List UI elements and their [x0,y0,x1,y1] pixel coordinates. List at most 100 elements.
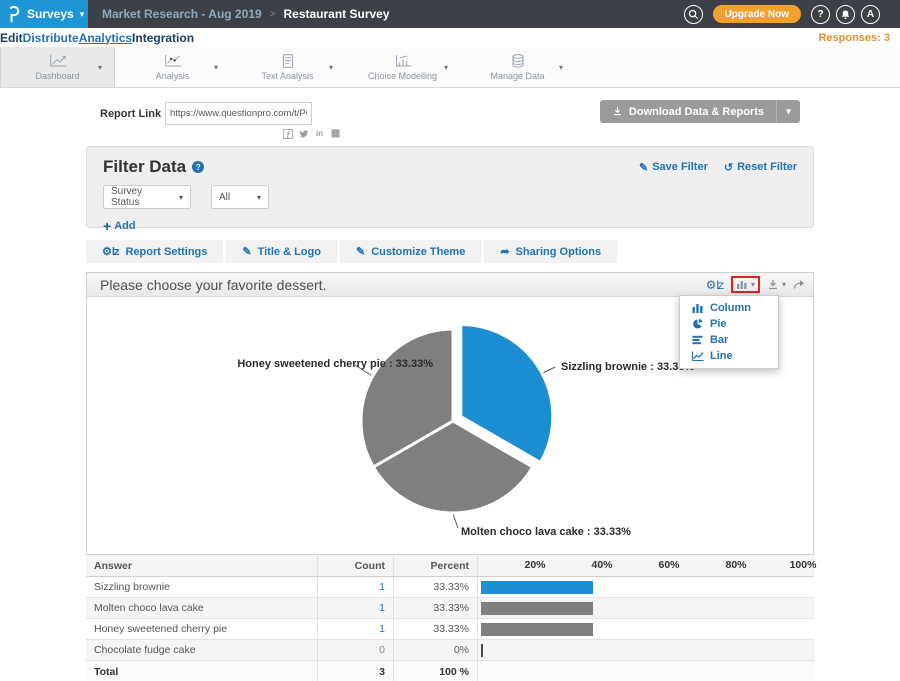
filter-help-icon[interactable]: ? [192,161,204,173]
toolbar-tab-choice-modelling[interactable]: Choice Modelling ▾ [345,47,460,87]
nav-item-integration[interactable]: Integration [132,31,194,45]
chart-download-button[interactable]: ▾ [767,279,786,290]
nav-item-analytics[interactable]: Analytics [79,31,132,45]
chevron-down-icon: ▾ [751,280,755,289]
menu-item-bar[interactable]: Bar [680,332,778,348]
bar-chart-icon [736,279,748,290]
responses-count[interactable]: Responses: 3 [818,32,890,44]
percent-cell: 33.33% [394,577,478,597]
chevron-down-icon[interactable]: ▾ [444,63,448,72]
nav-item-edit[interactable]: Edit [0,31,23,45]
add-filter-label: Add [114,220,135,232]
table-row[interactable]: Honey sweetened cherry pie 1 33.33% [86,619,814,640]
twitter-icon[interactable] [298,128,309,139]
toolbar-tab-manage-data[interactable]: Manage Data ▾ [460,47,575,87]
filter-data-panel: Filter Data ? ✎Save Filter ↺Reset Filter… [86,146,814,228]
breadcrumb-project[interactable]: Market Research - Aug 2019 [102,7,262,21]
nav-item-distribute[interactable]: Distribute [23,31,79,45]
report-link-label: Report Link [100,108,161,120]
edit-icon: ✎ [639,161,648,174]
table-row[interactable]: Sizzling brownie 1 33.33% [86,577,814,598]
count-cell[interactable]: 0 [318,640,394,660]
toolbar-tab-analysis[interactable]: Analysis ▾ [115,47,230,87]
bar-cell [478,598,814,618]
answer-cell: Chocolate fudge cake [86,640,318,660]
scale-tick: 80% [725,559,746,571]
menu-item-label: Bar [710,334,728,346]
bar-cell [478,619,814,639]
report-settings-tabs: ⚙ʫ Report Settings ✎ Title & Logo ✎ Cust… [86,240,617,263]
chart-settings-button[interactable]: ⚙ʫ [706,279,724,291]
percent-cell: 0% [394,640,478,660]
help-button[interactable]: ? [811,5,830,24]
search-button[interactable] [684,5,703,24]
share-arrow-icon: ➦ [500,245,509,258]
header-actions: Upgrade Now ? A [684,5,900,24]
choice-chart-icon [392,53,414,69]
menu-item-label: Column [710,302,751,314]
menu-item-label: Pie [710,318,727,330]
survey-section-nav: Edit Distribute Analytics Integration Re… [0,28,900,47]
chevron-down-icon[interactable]: ▾ [329,63,333,72]
horizontal-bar-chart-icon [692,335,704,345]
header-percent: Percent [394,555,478,576]
results-table: Answer Count Percent 20% 40% 60% 80% 100… [86,554,814,681]
count-cell[interactable]: 1 [318,577,394,597]
header-scale: 20% 40% 60% 80% 100% [478,555,814,576]
upgrade-now-button[interactable]: Upgrade Now [713,5,801,23]
result-bar [481,644,483,657]
download-data-reports-button[interactable]: Download Data & Reports ▾ [600,100,800,123]
tab-sharing-options[interactable]: ➦ Sharing Options [484,240,617,263]
menu-item-pie[interactable]: Pie [680,316,778,332]
status-value: All [219,192,230,203]
edit-icon: ✎ [356,245,365,258]
chevron-down-icon[interactable]: ▾ [98,63,102,72]
breadcrumb-separator: > [270,9,276,20]
save-filter-link[interactable]: ✎Save Filter [639,161,708,174]
tab-report-settings[interactable]: ⚙ʫ Report Settings [86,240,223,263]
total-bar-cell [478,661,814,681]
table-header-row: Answer Count Percent 20% 40% 60% 80% 100… [86,555,814,577]
chart-type-button[interactable]: ▾ [736,279,755,290]
toolbar-tab-label: Choice Modelling [368,71,437,81]
chevron-down-icon: ▾ [80,9,85,20]
breadcrumb-survey: Restaurant Survey [283,7,389,21]
report-link-input[interactable] [165,102,312,125]
toolbar-tab-label: Manage Data [490,71,544,81]
toolbar-tab-text-analysis[interactable]: Text Analysis ▾ [230,47,345,87]
avatar[interactable]: A [861,5,880,24]
count-cell[interactable]: 1 [318,598,394,618]
reset-icon: ↺ [724,161,733,174]
menu-item-column[interactable]: Column [680,300,778,316]
scale-tick: 60% [658,559,679,571]
notifications-button[interactable] [836,5,855,24]
status-value-select[interactable]: All ▾ [211,185,269,209]
reset-filter-link[interactable]: ↺Reset Filter [724,161,797,174]
share-forward-icon[interactable] [793,279,805,290]
add-filter-button[interactable]: + Add [103,218,797,234]
answer-cell: Honey sweetened cherry pie [86,619,318,639]
chart-panel-header: Please choose your favorite dessert. ⚙ʫ … [87,273,813,297]
question-title: Please choose your favorite dessert. [100,277,326,293]
result-bar [481,581,593,594]
analysis-chart-icon [162,53,184,69]
chevron-down-icon[interactable]: ▾ [559,63,563,72]
survey-status-value: Survey Status [111,186,165,208]
facebook-icon[interactable] [282,128,293,139]
chevron-down-icon[interactable]: ▾ [214,63,218,72]
table-row[interactable]: Molten choco lava cake 1 33.33% [86,598,814,619]
count-cell[interactable]: 1 [318,619,394,639]
linkedin-icon[interactable]: in [314,128,325,139]
toolbar-tab-dashboard[interactable]: Dashboard ▾ [0,47,115,87]
surveys-product-menu[interactable]: Surveys ▾ [0,0,88,28]
download-dropdown-caret[interactable]: ▾ [776,100,800,123]
tab-customize-theme[interactable]: ✎ Customize Theme [340,240,481,263]
embed-icon[interactable]: ▦ [330,128,341,139]
pie-label-honey-cherry-pie: Honey sweetened cherry pie : 33.33% [237,358,433,370]
table-row[interactable]: Chocolate fudge cake 0 0% [86,640,814,661]
menu-item-line[interactable]: Line [680,348,778,364]
survey-status-select[interactable]: Survey Status ▾ [103,185,191,209]
pie-label-sizzling-brownie: Sizzling brownie : 33.33% [561,361,694,373]
header-count: Count [318,555,394,576]
tab-title-logo[interactable]: ✎ Title & Logo [226,240,337,263]
